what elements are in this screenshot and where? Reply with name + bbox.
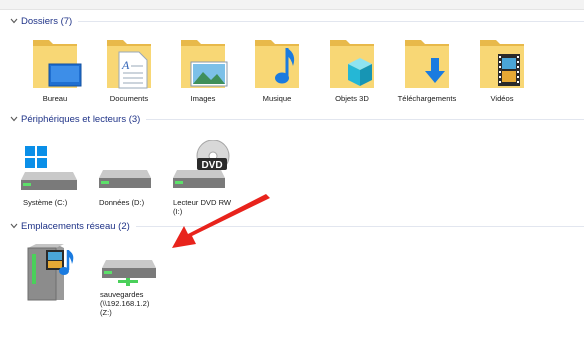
dvd-drive-icon: DVD (173, 140, 230, 188)
media-server-icon (27, 244, 74, 301)
network-media-server[interactable] (16, 240, 88, 304)
red-arrow-annotation (172, 194, 270, 248)
item-label: Vidéos (490, 94, 514, 103)
folder-objets-3d[interactable]: Objets 3D (316, 36, 388, 103)
music-folder-icon (255, 40, 299, 88)
folder-bureau[interactable]: Bureau (19, 36, 91, 103)
desktop-folder-icon (33, 40, 82, 88)
item-label: Système (C:) (23, 198, 68, 207)
item-label: Bureau (42, 94, 68, 103)
item-label-line: (\\192.168.1.2) (100, 299, 150, 308)
item-label: sauvegardes (\\192.168.1.2) (Z:) (96, 290, 168, 317)
chevron-down-icon[interactable] (9, 112, 19, 126)
3d-objects-folder-icon (330, 40, 374, 88)
item-label: Données (D:) (99, 198, 145, 207)
section-header-devices[interactable]: Périphériques et lecteurs (3) (0, 112, 584, 126)
section-title: Périphériques et lecteurs (3) (21, 113, 141, 125)
network-drive-icon (102, 260, 156, 286)
top-bar (0, 0, 584, 10)
drive-donnees-d[interactable]: Données (D:) (95, 140, 167, 207)
section-header-network[interactable]: Emplacements réseau (2) (0, 219, 584, 233)
folder-images[interactable]: Images (167, 36, 239, 103)
videos-folder-icon (480, 40, 524, 88)
item-label: Musique (262, 94, 292, 103)
item-label: Images (190, 94, 216, 103)
drive-systeme-c[interactable]: Système (C:) (19, 140, 91, 207)
section-divider (78, 20, 584, 22)
item-label: Téléchargements (397, 94, 457, 103)
dvd-badge: DVD (201, 160, 222, 171)
network-drive-sauvegardes[interactable]: sauvegardes (\\192.168.1.2) (Z:) (96, 252, 168, 317)
chevron-down-icon[interactable] (9, 219, 19, 233)
item-label: Documents (109, 94, 149, 103)
pictures-folder-icon (181, 40, 228, 88)
section-title: Emplacements réseau (2) (21, 220, 130, 232)
item-label-line: (Z:) (100, 308, 112, 317)
chevron-down-icon[interactable] (9, 14, 19, 28)
downloads-folder-icon (405, 40, 449, 88)
folder-documents[interactable]: A Documents (93, 36, 165, 103)
section-divider (146, 118, 584, 120)
folder-videos[interactable]: Vidéos (466, 36, 538, 103)
folder-telechargements[interactable]: Téléchargements (391, 36, 463, 103)
item-label: Objets 3D (335, 94, 369, 103)
system-drive-icon (21, 146, 77, 190)
section-header-folders[interactable]: Dossiers (7) (0, 14, 584, 28)
folder-musique[interactable]: Musique (241, 36, 313, 103)
documents-folder-icon: A (107, 40, 151, 89)
svg-text:A: A (121, 58, 130, 72)
item-label-line: sauvegardes (100, 290, 144, 299)
drive-icon (99, 170, 151, 188)
section-title: Dossiers (7) (21, 15, 73, 27)
